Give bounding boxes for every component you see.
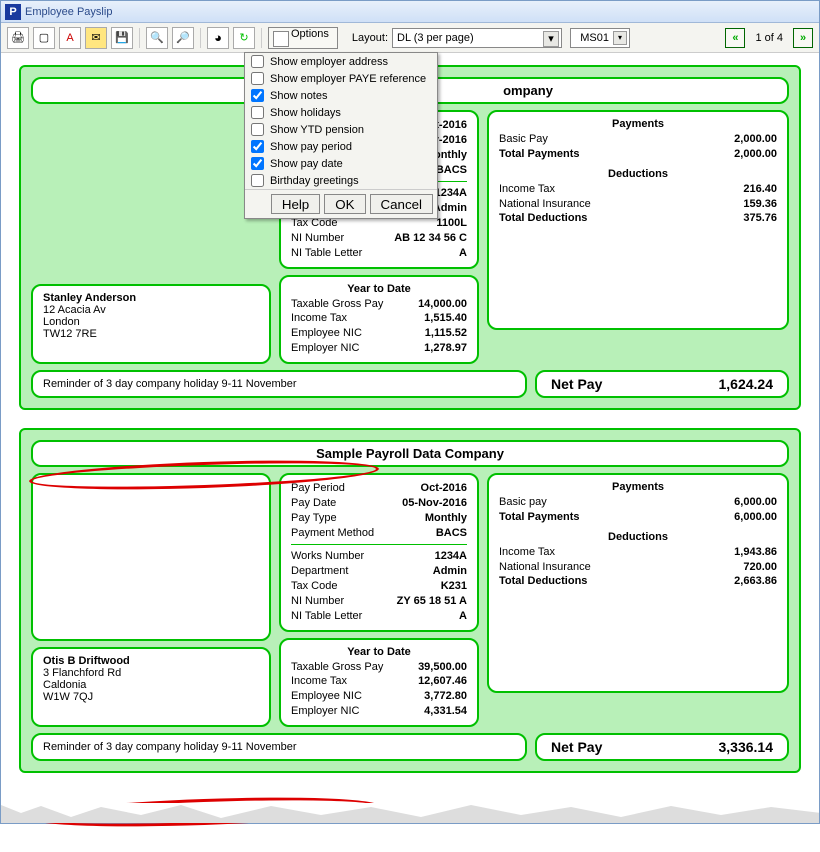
options-menu: Show employer address Show employer PAYE … — [244, 52, 438, 219]
note-box: Reminder of 3 day company holiday 9-11 N… — [31, 733, 527, 761]
payments-deductions-box: PaymentsBasic Pay2,000.00Total Payments2… — [487, 110, 789, 330]
menu-item-label: Show pay period — [270, 141, 352, 153]
menu-item-label: Show YTD pension — [270, 124, 364, 136]
zoom-out-icon[interactable]: 🔎 — [172, 27, 194, 49]
address-box: Stanley Anderson12 Acacia AvLondonTW12 7… — [31, 284, 271, 364]
nav-next-button[interactable]: » — [793, 28, 813, 48]
save-icon[interactable]: 💾 — [111, 27, 133, 49]
separator — [200, 28, 201, 48]
checkbox[interactable] — [251, 157, 264, 170]
refresh-icon[interactable]: ↻ — [233, 27, 255, 49]
chevron-down-icon: ▾ — [543, 31, 559, 47]
zoom-in-icon[interactable]: 🔍 — [146, 27, 168, 49]
menu-item-label: Show notes — [270, 90, 327, 102]
cancel-button[interactable]: Cancel — [370, 194, 434, 214]
options-button[interactable]: Options — [268, 27, 338, 49]
spacer-box — [31, 473, 271, 641]
options-menu-item[interactable]: Show YTD pension — [245, 121, 437, 138]
print-icon[interactable]: 🖨 — [7, 27, 29, 49]
torn-edge — [1, 803, 819, 823]
checkbox[interactable] — [251, 140, 264, 153]
app-window: P Employee Payslip 🖨 ▢ A ✉ 💾 🔍 🔎 ◕ ↻ Opt… — [0, 0, 820, 824]
ms-value: MS01 — [580, 32, 609, 44]
options-menu-item[interactable]: Birthday greetings — [245, 172, 437, 189]
pdf-icon[interactable]: A — [59, 27, 81, 49]
mail-icon[interactable]: ✉ — [85, 27, 107, 49]
company-header: Sample Payroll Data Company — [31, 440, 789, 467]
options-menu-item[interactable]: Show employer address — [245, 53, 437, 70]
payments-deductions-box: PaymentsBasic pay6,000.00Total Payments6… — [487, 473, 789, 693]
ytd-box: Year to DateTaxable Gross Pay39,500.00In… — [279, 638, 479, 727]
menu-item-label: Show pay date — [270, 158, 343, 170]
address-box: Otis B Driftwood3 Flanchford RdCaldoniaW… — [31, 647, 271, 727]
nav-first-button[interactable]: « — [725, 28, 745, 48]
netpay-box: Net Pay3,336.14 — [535, 733, 789, 761]
ms-select[interactable]: MS01 ▾ — [570, 28, 630, 48]
checkbox[interactable] — [251, 72, 264, 85]
netpay-box: Net Pay1,624.24 — [535, 370, 789, 398]
titlebar: P Employee Payslip — [1, 1, 819, 23]
options-menu-item[interactable]: Show holidays — [245, 104, 437, 121]
layout-select[interactable]: DL (3 per page) ▾ — [392, 28, 562, 48]
checkbox[interactable] — [251, 106, 264, 119]
page-label: 1 of 4 — [749, 32, 789, 44]
chevron-down-icon: ▾ — [613, 31, 627, 45]
options-menu-item[interactable]: Show pay period — [245, 138, 437, 155]
ok-button[interactable]: OK — [324, 194, 365, 214]
toolbar: 🖨 ▢ A ✉ 💾 🔍 🔎 ◕ ↻ Options Layout: DL (3 … — [1, 23, 819, 53]
menu-item-label: Show holidays — [270, 107, 341, 119]
separator — [139, 28, 140, 48]
help-button[interactable]: Help — [271, 194, 320, 214]
ytd-box: Year to DateTaxable Gross Pay14,000.00In… — [279, 275, 479, 364]
checkbox[interactable] — [251, 55, 264, 68]
options-menu-item[interactable]: Show employer PAYE reference — [245, 70, 437, 87]
menu-item-label: Birthday greetings — [270, 175, 359, 187]
period-box: Pay PeriodOct-2016Pay Date05-Nov-2016Pay… — [279, 473, 479, 632]
app-icon: P — [5, 4, 21, 20]
payslip: Sample Payroll Data Company Otis B Driftw… — [19, 428, 801, 773]
layout-value: DL (3 per page) — [397, 32, 474, 44]
menu-item-label: Show employer address — [270, 56, 388, 68]
note-box: Reminder of 3 day company holiday 9-11 N… — [31, 370, 527, 398]
separator — [261, 28, 262, 48]
checkbox[interactable] — [251, 174, 264, 187]
color-icon[interactable]: ◕ — [207, 27, 229, 49]
checkbox[interactable] — [251, 123, 264, 136]
options-menu-item[interactable]: Show notes — [245, 87, 437, 104]
new-icon[interactable]: ▢ — [33, 27, 55, 49]
layout-label: Layout: — [352, 32, 388, 44]
checkbox[interactable] — [251, 89, 264, 102]
menu-item-label: Show employer PAYE reference — [270, 73, 426, 85]
options-menu-item[interactable]: Show pay date — [245, 155, 437, 172]
window-title: Employee Payslip — [25, 6, 112, 18]
